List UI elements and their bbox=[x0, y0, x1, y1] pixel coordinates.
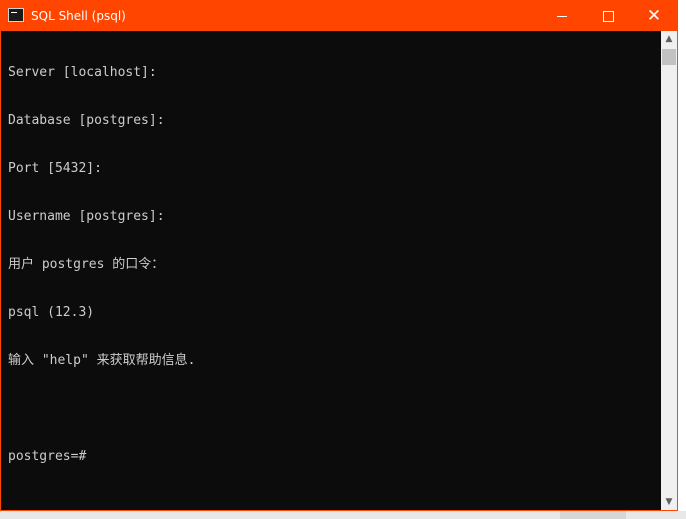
chevron-down-icon: ▼ bbox=[665, 497, 673, 507]
console-line-port-prompt: Port [5432]: bbox=[8, 161, 102, 176]
console-line-server-prompt: Server [localhost]: bbox=[8, 65, 157, 80]
minimize-button[interactable] bbox=[539, 1, 585, 31]
maximize-icon bbox=[602, 10, 614, 22]
vertical-scrollbar[interactable]: ▲ ▼ bbox=[661, 31, 677, 510]
terminal-icon[interactable] bbox=[8, 8, 24, 22]
title-bar[interactable]: SQL Shell (psql) ✕ bbox=[1, 1, 677, 31]
console-line-version: psql (12.3) bbox=[8, 305, 95, 320]
background-fragment bbox=[560, 511, 626, 519]
console-command-prompt[interactable]: postgres=# bbox=[8, 449, 660, 465]
console-line-username-prompt: Username [postgres]: bbox=[8, 209, 165, 224]
scroll-down-button[interactable]: ▼ bbox=[661, 494, 677, 510]
console-line-password-prompt: 用户 postgres 的口令： bbox=[8, 257, 165, 272]
console-line-help-hint: 输入 "help" 来获取帮助信息. bbox=[8, 353, 196, 368]
scroll-thumb[interactable] bbox=[662, 49, 676, 65]
console-line-database-prompt: Database [postgres]: bbox=[8, 113, 165, 128]
maximize-button[interactable] bbox=[585, 1, 631, 31]
close-icon: ✕ bbox=[646, 5, 662, 26]
console-output[interactable]: Server [localhost]: Database [postgres]:… bbox=[1, 31, 660, 510]
close-button[interactable]: ✕ bbox=[631, 1, 677, 31]
minimize-icon bbox=[557, 15, 567, 17]
chevron-up-icon: ▲ bbox=[665, 34, 673, 44]
scroll-up-button[interactable]: ▲ bbox=[661, 31, 677, 47]
sql-shell-window[interactable]: SQL Shell (psql) ✕ Server [localhost]: D… bbox=[0, 0, 678, 511]
window-title: SQL Shell (psql) bbox=[31, 9, 126, 23]
